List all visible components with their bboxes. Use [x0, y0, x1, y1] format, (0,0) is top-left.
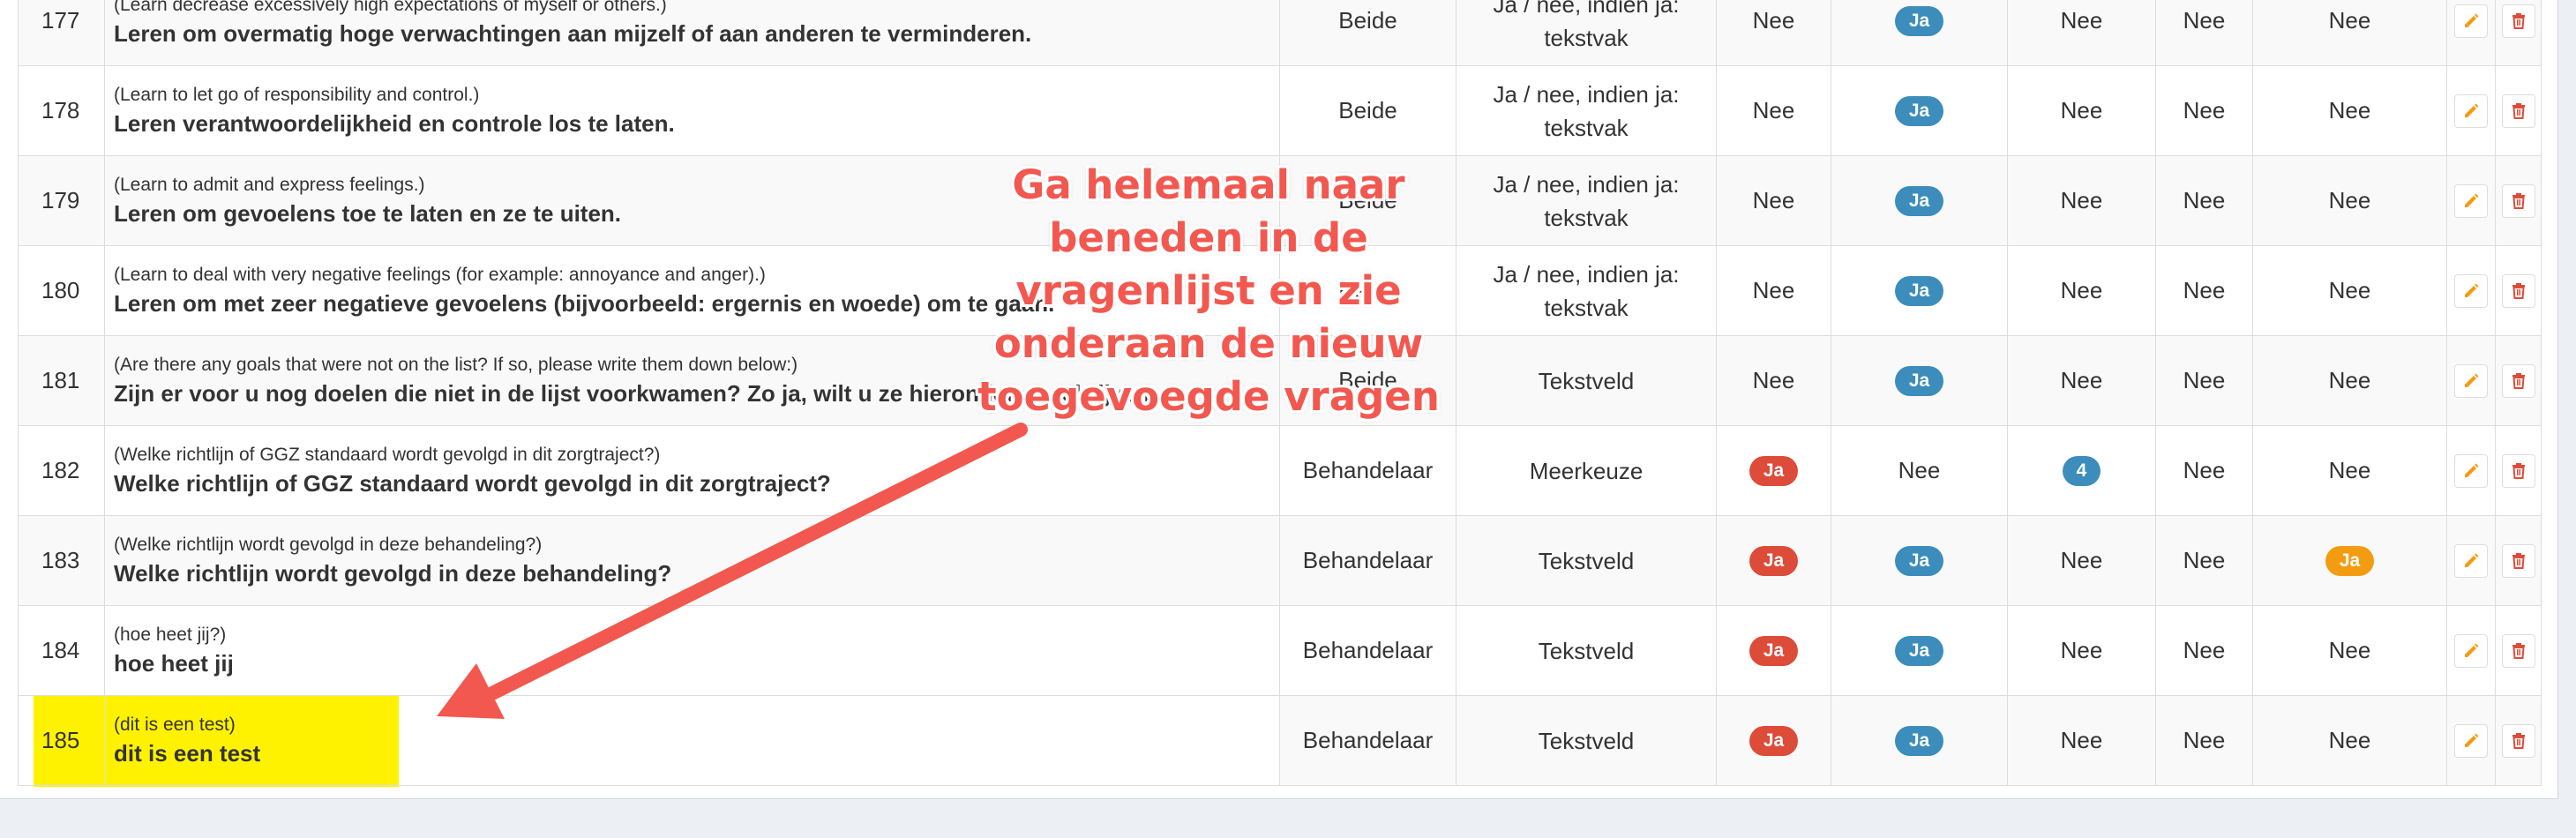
annotation-arrow [437, 423, 1028, 719]
